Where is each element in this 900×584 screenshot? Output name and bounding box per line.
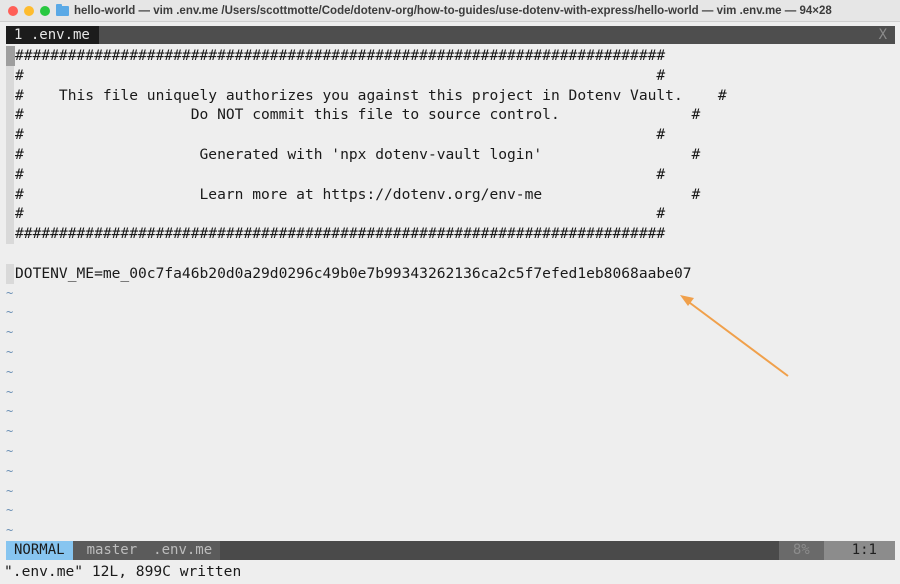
buffer-line-12: DOTENV_ME=me_00c7fa46b20d0a29d0296c49b0e… bbox=[15, 264, 692, 282]
empty-line-marker: ~ bbox=[6, 364, 14, 379]
close-window-icon[interactable] bbox=[8, 5, 18, 16]
empty-line-marker: ~ bbox=[6, 285, 14, 300]
window-titlebar: hello-world — vim .env.me /Users/scottmo… bbox=[0, 0, 900, 22]
buffer-line-1: ########################################… bbox=[15, 47, 666, 64]
window-title: hello-world — vim .env.me /Users/scottmo… bbox=[74, 4, 832, 17]
empty-line-marker: ~ bbox=[6, 444, 14, 458]
folder-icon bbox=[56, 3, 69, 16]
empty-line-marker: ~ bbox=[6, 483, 14, 498]
empty-line-marker: ~ bbox=[6, 345, 14, 359]
editor-buffer[interactable]: ########################################… bbox=[6, 46, 895, 541]
buffer-line-10: ########################################… bbox=[15, 225, 666, 243]
sign-column bbox=[6, 263, 14, 284]
mode-indicator: NORMAL bbox=[6, 541, 73, 560]
tab-env-me[interactable]: 1 .env.me bbox=[6, 26, 99, 44]
vim-statusline: NORMAL master .env.me 8% 1:1 bbox=[6, 541, 895, 560]
buffer-line-3: # This file uniquely authorizes you agai… bbox=[15, 86, 727, 104]
text-cursor bbox=[6, 46, 15, 66]
scroll-percent: 8% bbox=[778, 541, 824, 560]
empty-line-marker: ~ bbox=[6, 503, 14, 518]
empty-line-marker: ~ bbox=[6, 305, 14, 320]
empty-line-marker: ~ bbox=[6, 404, 14, 419]
buffer-line-2: # # bbox=[15, 66, 666, 84]
zoom-window-icon[interactable] bbox=[40, 5, 50, 16]
traffic-lights bbox=[8, 5, 50, 16]
buffer-line-5: # # bbox=[15, 126, 666, 144]
command-line[interactable]: ".env.me" 12L, 899C written bbox=[4, 562, 241, 581]
tab-close-button[interactable]: X bbox=[879, 26, 895, 44]
buffer-line-6: # Generated with 'npx dotenv-vault login… bbox=[15, 146, 701, 163]
buffer-line-4: # Do NOT commit this file to source cont… bbox=[15, 106, 701, 124]
buffer-line-8: # Learn more at https://dotenv.org/env-m… bbox=[15, 185, 701, 203]
sign-column bbox=[6, 46, 14, 244]
empty-line-marker: ~ bbox=[6, 325, 14, 340]
status-filename: .env.me bbox=[137, 541, 221, 560]
minimize-window-icon[interactable] bbox=[24, 5, 34, 16]
vim-tabline: 1 .env.me X bbox=[6, 26, 895, 44]
buffer-line-7: # # bbox=[15, 165, 666, 183]
empty-line-marker: ~ bbox=[6, 384, 14, 399]
buffer-line-9: # # bbox=[15, 205, 666, 223]
empty-line-marker: ~ bbox=[6, 463, 14, 478]
empty-line-marker: ~ bbox=[6, 424, 14, 439]
cursor-position: 1:1 bbox=[823, 541, 895, 560]
empty-line-marker: ~ bbox=[6, 523, 14, 538]
